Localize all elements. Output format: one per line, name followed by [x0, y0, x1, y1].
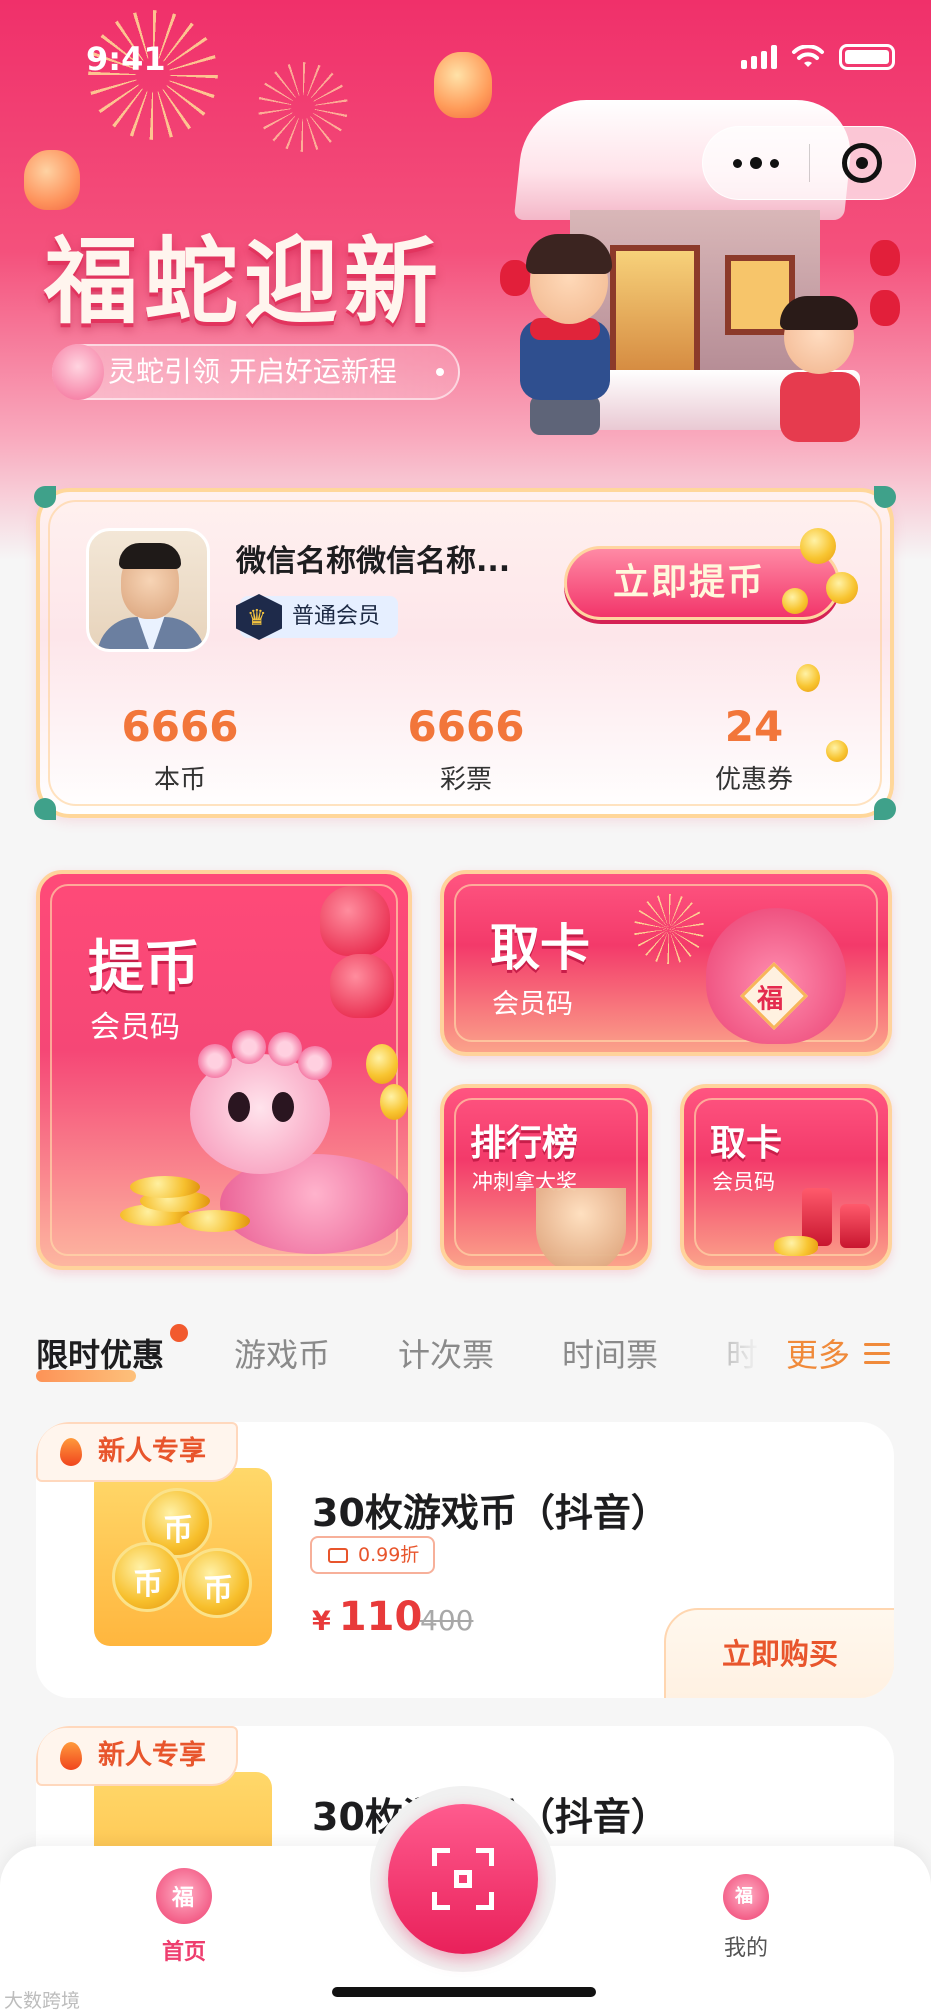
firework-decoration [258, 62, 348, 152]
stat-label: 优惠券 [714, 765, 793, 795]
coin-icon [366, 1044, 398, 1084]
buy-now-button[interactable]: 立即购买 [664, 1608, 894, 1698]
tile-subtitle: 会员码 [492, 989, 573, 1020]
stat-coins[interactable]: 6666 本币 [80, 702, 280, 796]
watermark: 大数跨境 [4, 1990, 81, 2012]
corner-ornament [34, 798, 56, 820]
dot-icon [436, 368, 444, 376]
lucky-bag-icon: 福 [706, 908, 846, 1044]
stat-label: 彩票 [439, 765, 492, 795]
member-level-badge: 普通会员 [236, 594, 399, 640]
tile-title: 提币 [88, 934, 200, 1000]
tile-title: 取卡 [490, 918, 590, 977]
nav-home[interactable]: 福 首页 [114, 1868, 254, 1966]
candle-icon [840, 1204, 870, 1248]
stat-value: 6666 [121, 702, 239, 751]
lucky-bag-char: 福 [757, 984, 784, 1015]
more-options-icon[interactable] [703, 127, 809, 199]
ranking-tile[interactable]: 排行榜 冲刺拿大奖 [440, 1084, 652, 1270]
tab-count-tickets[interactable]: 计次票 [398, 1330, 494, 1376]
hero-banner: 9:41 福蛇迎新 灵蛇引领 开启好运新程 [0, 0, 931, 560]
stat-lottery[interactable]: 6666 彩票 [366, 702, 566, 796]
new-user-tag: 新人专享 [36, 1726, 238, 1786]
corner-ornament [874, 486, 896, 508]
flame-icon [60, 1742, 82, 1770]
nav-home-label: 首页 [161, 1940, 206, 1965]
boy-character [770, 296, 870, 460]
corner-ornament [34, 486, 56, 508]
firework-decoration [634, 894, 704, 964]
tab-fade [690, 1316, 790, 1376]
menu-icon [864, 1342, 891, 1364]
new-user-tag: 新人专享 [36, 1422, 238, 1482]
corner-ornament [874, 798, 896, 820]
user-nickname: 微信名称微信名称... [236, 544, 511, 579]
currency-symbol: ¥ [312, 1606, 331, 1637]
stat-value: 24 [724, 702, 784, 751]
member-level-text: 普通会员 [292, 604, 381, 629]
lantern-decoration [320, 886, 390, 956]
ticket-icon [328, 1548, 348, 1563]
tile-title: 排行榜 [470, 1122, 579, 1164]
price-amount: 110 [338, 1594, 423, 1640]
more-tabs-label: 更多 [786, 1336, 851, 1374]
coin-icon [782, 588, 808, 614]
gold-ingot-icon [774, 1236, 818, 1256]
profile-card: 微信名称微信名称... 普通会员 立即提币 6666 本币 6666 彩票 24… [34, 486, 896, 820]
get-card-small-tile[interactable]: 取卡 会员码 [680, 1084, 892, 1270]
tab-game-coins[interactable]: 游戏币 [234, 1330, 330, 1376]
snake-mascot-icon [52, 344, 104, 400]
mine-fu-icon: 福 [723, 1874, 769, 1920]
coin-icon [380, 1084, 408, 1120]
product-thumbnail: 币 币 币 [94, 1468, 272, 1646]
withdraw-tile[interactable]: 提币 会员码 [36, 870, 412, 1270]
man-character [500, 234, 620, 440]
battery-icon [839, 44, 895, 70]
coin-icon [826, 572, 858, 604]
original-price: 400 [420, 1604, 474, 1637]
crown-icon [236, 594, 282, 640]
trophy-icon [536, 1188, 626, 1266]
discount-text: 0.99折 [358, 1544, 420, 1566]
hero-title: 福蛇迎新 [44, 227, 445, 337]
tab-time-tickets[interactable]: 时间票 [562, 1330, 658, 1376]
mini-program-capsule [702, 126, 916, 200]
home-indicator [332, 1987, 596, 1997]
home-fu-icon: 福 [156, 1868, 212, 1924]
discount-badge: 0.99折 [310, 1536, 436, 1574]
lantern-decoration [24, 150, 80, 210]
hero-subtitle: 灵蛇引领 开启好运新程 [52, 344, 460, 400]
product-title: 30枚游戏币（抖音） [312, 1491, 669, 1535]
coin-stack-icon [120, 1174, 250, 1234]
wifi-icon [792, 45, 824, 67]
get-card-tile[interactable]: 取卡 会员码 福 [440, 870, 892, 1056]
tab-ornament-icon [170, 1324, 188, 1342]
coin-icon [800, 528, 836, 564]
status-time: 9:41 [86, 40, 166, 78]
close-program-icon[interactable] [810, 143, 916, 183]
scan-button[interactable] [388, 1804, 538, 1954]
coin-icon [796, 664, 820, 692]
scan-icon [432, 1848, 494, 1910]
tag-label: 新人专享 [98, 1740, 206, 1771]
product-card[interactable]: 币 币 币 新人专享 30枚游戏币（抖音） 0.99折 ¥110 400 立即购… [36, 1422, 894, 1698]
avatar[interactable] [86, 528, 210, 652]
nav-mine-label: 我的 [723, 1936, 768, 1961]
stat-coupons[interactable]: 24 优惠券 [654, 702, 854, 796]
lantern-decoration [330, 954, 394, 1018]
signal-icon [741, 45, 777, 69]
flame-icon [60, 1438, 82, 1466]
tag-label: 新人专享 [98, 1436, 206, 1467]
more-tabs-button[interactable]: 更多 [780, 1330, 891, 1376]
tab-limited-offer[interactable]: 限时优惠 [36, 1330, 164, 1376]
nav-mine[interactable]: 福 我的 [676, 1868, 816, 1962]
stat-label: 本币 [153, 765, 206, 795]
tile-subtitle: 会员码 [712, 1170, 775, 1194]
product-price: ¥110 [312, 1594, 422, 1640]
hero-subtitle-text: 灵蛇引领 开启好运新程 [108, 355, 397, 388]
lantern-decoration [434, 52, 492, 118]
status-icons [741, 44, 895, 70]
tile-title: 取卡 [710, 1122, 783, 1164]
stat-value: 6666 [407, 702, 525, 751]
